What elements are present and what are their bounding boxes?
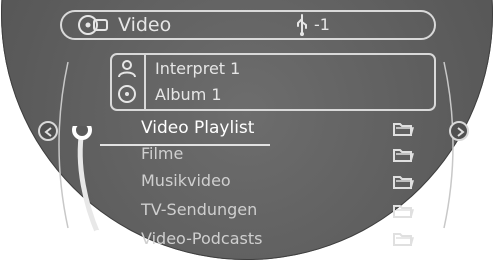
menu-item-musikvideo[interactable]: Musikvideo — [141, 170, 231, 192]
folder-icon — [393, 205, 414, 218]
source-label: -1 — [314, 15, 330, 34]
folder-icon — [393, 123, 414, 136]
menu-item-tv-sendungen[interactable]: TV-Sendungen — [141, 199, 257, 221]
person-icon — [118, 60, 136, 78]
menu-item-video-podcasts[interactable]: Video-Podcasts — [141, 228, 262, 250]
selection-underline — [100, 144, 270, 146]
disc-icon — [118, 85, 136, 103]
folder-icon — [393, 233, 414, 246]
folder-icon — [393, 176, 414, 189]
nav-left-button[interactable] — [38, 121, 58, 141]
usb-icon — [297, 14, 307, 36]
chevron-left-icon — [44, 127, 52, 137]
menu-item-video-playlist[interactable]: Video Playlist — [141, 117, 254, 139]
folder-icon — [393, 149, 414, 162]
menu-item-filme[interactable]: Filme — [141, 143, 183, 165]
screen: Video -1 Interpret 1 Album 1 Video Playl… — [0, 0, 494, 261]
album-name: Album 1 — [155, 85, 222, 104]
artist-name: Interpret 1 — [155, 59, 241, 78]
video-icon — [78, 15, 108, 35]
header-bar — [60, 10, 436, 40]
chevron-right-icon — [457, 127, 465, 137]
right-arc — [443, 61, 454, 229]
nav-right-button[interactable] — [449, 121, 469, 141]
header-title: Video — [118, 14, 172, 36]
